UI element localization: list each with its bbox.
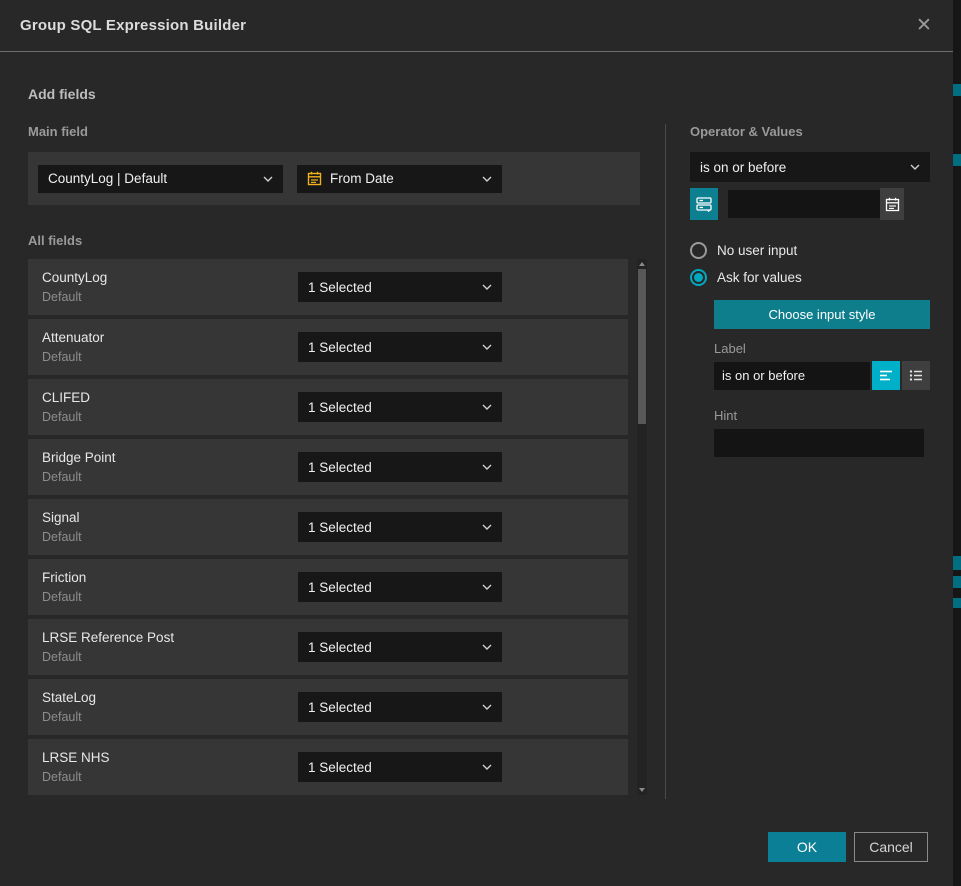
- hint-input[interactable]: [714, 429, 924, 457]
- field-layer-name: Default: [42, 650, 298, 664]
- operator-values-heading: Operator & Values: [690, 124, 930, 139]
- input-style-list-icon[interactable]: [902, 361, 930, 390]
- field-selected-value: 1 Selected: [308, 640, 476, 655]
- dialog-header: Group SQL Expression Builder ✕: [0, 0, 953, 52]
- calendar-picker-button[interactable]: [880, 188, 904, 220]
- chevron-down-icon: [482, 176, 492, 182]
- cancel-button[interactable]: Cancel: [854, 832, 928, 862]
- choose-input-style-button[interactable]: Choose input style: [714, 300, 930, 329]
- layer-select-value: CountyLog | Default: [48, 171, 257, 186]
- main-field-panel: CountyLog | Default From Date: [28, 152, 640, 205]
- chevron-down-icon: [482, 404, 492, 410]
- field-layer-name: Default: [42, 410, 298, 424]
- field-selected-value: 1 Selected: [308, 700, 476, 715]
- field-row: LRSE Reference Post Default 1 Selected: [28, 619, 628, 675]
- radio-checked-icon: [690, 269, 707, 286]
- layer-select[interactable]: CountyLog | Default: [38, 165, 283, 193]
- chevron-down-icon: [482, 344, 492, 350]
- background-page-edge: [953, 0, 961, 886]
- field-layer-name: Default: [42, 710, 298, 724]
- chevron-down-icon: [482, 284, 492, 290]
- field-selected-dropdown[interactable]: 1 Selected: [298, 452, 502, 482]
- field-selected-dropdown[interactable]: 1 Selected: [298, 632, 502, 662]
- close-icon[interactable]: ✕: [913, 15, 935, 37]
- field-layer-name: Default: [42, 590, 298, 604]
- label-input[interactable]: [714, 362, 870, 390]
- field-selected-value: 1 Selected: [308, 520, 476, 535]
- field-selected-dropdown[interactable]: 1 Selected: [298, 272, 502, 302]
- field-selected-value: 1 Selected: [308, 280, 476, 295]
- field-selected-value: 1 Selected: [308, 580, 476, 595]
- field-layer-name: Default: [42, 530, 298, 544]
- field-selected-value: 1 Selected: [308, 400, 476, 415]
- column-divider: [665, 124, 666, 799]
- field-row: Attenuator Default 1 Selected: [28, 319, 628, 375]
- field-row: StateLog Default 1 Selected: [28, 679, 628, 735]
- field-selected-value: 1 Selected: [308, 460, 476, 475]
- field-name: Signal: [42, 510, 298, 525]
- field-selected-dropdown[interactable]: 1 Selected: [298, 572, 502, 602]
- date-value-input[interactable]: [728, 190, 880, 218]
- field-row: Friction Default 1 Selected: [28, 559, 628, 615]
- chevron-down-icon: [482, 704, 492, 710]
- radio-unchecked-icon: [690, 242, 707, 259]
- ok-button[interactable]: OK: [768, 832, 846, 862]
- field-name: Attenuator: [42, 330, 298, 345]
- field-name: Bridge Point: [42, 450, 298, 465]
- operator-select[interactable]: is on or before: [690, 152, 930, 182]
- field-row: Bridge Point Default 1 Selected: [28, 439, 628, 495]
- radio-ask-for-values[interactable]: Ask for values: [690, 269, 930, 286]
- add-fields-heading: Add fields: [28, 86, 953, 102]
- field-selected-dropdown[interactable]: 1 Selected: [298, 332, 502, 362]
- chevron-down-icon: [910, 164, 920, 170]
- scroll-up-icon[interactable]: [639, 262, 645, 266]
- main-field-select-value: From Date: [330, 171, 476, 186]
- list-scrollbar[interactable]: [637, 259, 647, 795]
- field-selected-value: 1 Selected: [308, 760, 476, 775]
- chevron-down-icon: [482, 464, 492, 470]
- calendar-icon: [307, 171, 322, 186]
- input-style-text-icon[interactable]: [872, 361, 900, 390]
- field-row: CLIFED Default 1 Selected: [28, 379, 628, 435]
- radio-no-user-input-label: No user input: [717, 243, 797, 258]
- radio-ask-for-values-label: Ask for values: [717, 270, 802, 285]
- chevron-down-icon: [263, 176, 273, 182]
- field-name: LRSE NHS: [42, 750, 298, 765]
- field-selected-dropdown[interactable]: 1 Selected: [298, 692, 502, 722]
- group-sql-expression-builder-dialog: Group SQL Expression Builder ✕ Add field…: [0, 0, 953, 886]
- dialog-title: Group SQL Expression Builder: [20, 17, 913, 34]
- field-layer-name: Default: [42, 470, 298, 484]
- field-selected-dropdown[interactable]: 1 Selected: [298, 392, 502, 422]
- hint-label: Hint: [714, 408, 930, 423]
- field-name: CLIFED: [42, 390, 298, 405]
- field-selected-value: 1 Selected: [308, 340, 476, 355]
- radio-no-user-input[interactable]: No user input: [690, 242, 930, 259]
- field-row: LRSE NHS Default 1 Selected: [28, 739, 628, 795]
- unique-values-picker-button[interactable]: [690, 188, 718, 220]
- field-layer-name: Default: [42, 350, 298, 364]
- all-fields-list: CountyLog Default 1 Selected Attenuator …: [28, 259, 628, 795]
- chevron-down-icon: [482, 584, 492, 590]
- scroll-down-icon[interactable]: [639, 788, 645, 792]
- label-label: Label: [714, 341, 930, 356]
- field-layer-name: Default: [42, 290, 298, 304]
- scrollbar-thumb[interactable]: [638, 269, 646, 424]
- field-selected-dropdown[interactable]: 1 Selected: [298, 512, 502, 542]
- field-name: Friction: [42, 570, 298, 585]
- field-name: CountyLog: [42, 270, 298, 285]
- chevron-down-icon: [482, 644, 492, 650]
- all-fields-label: All fields: [28, 233, 648, 248]
- field-name: LRSE Reference Post: [42, 630, 298, 645]
- operator-select-value: is on or before: [700, 160, 904, 175]
- chevron-down-icon: [482, 764, 492, 770]
- field-selected-dropdown[interactable]: 1 Selected: [298, 752, 502, 782]
- main-field-label: Main field: [28, 124, 648, 139]
- field-name: StateLog: [42, 690, 298, 705]
- chevron-down-icon: [482, 524, 492, 530]
- field-row: Signal Default 1 Selected: [28, 499, 628, 555]
- field-row: CountyLog Default 1 Selected: [28, 259, 628, 315]
- main-field-select[interactable]: From Date: [297, 165, 502, 193]
- field-layer-name: Default: [42, 770, 298, 784]
